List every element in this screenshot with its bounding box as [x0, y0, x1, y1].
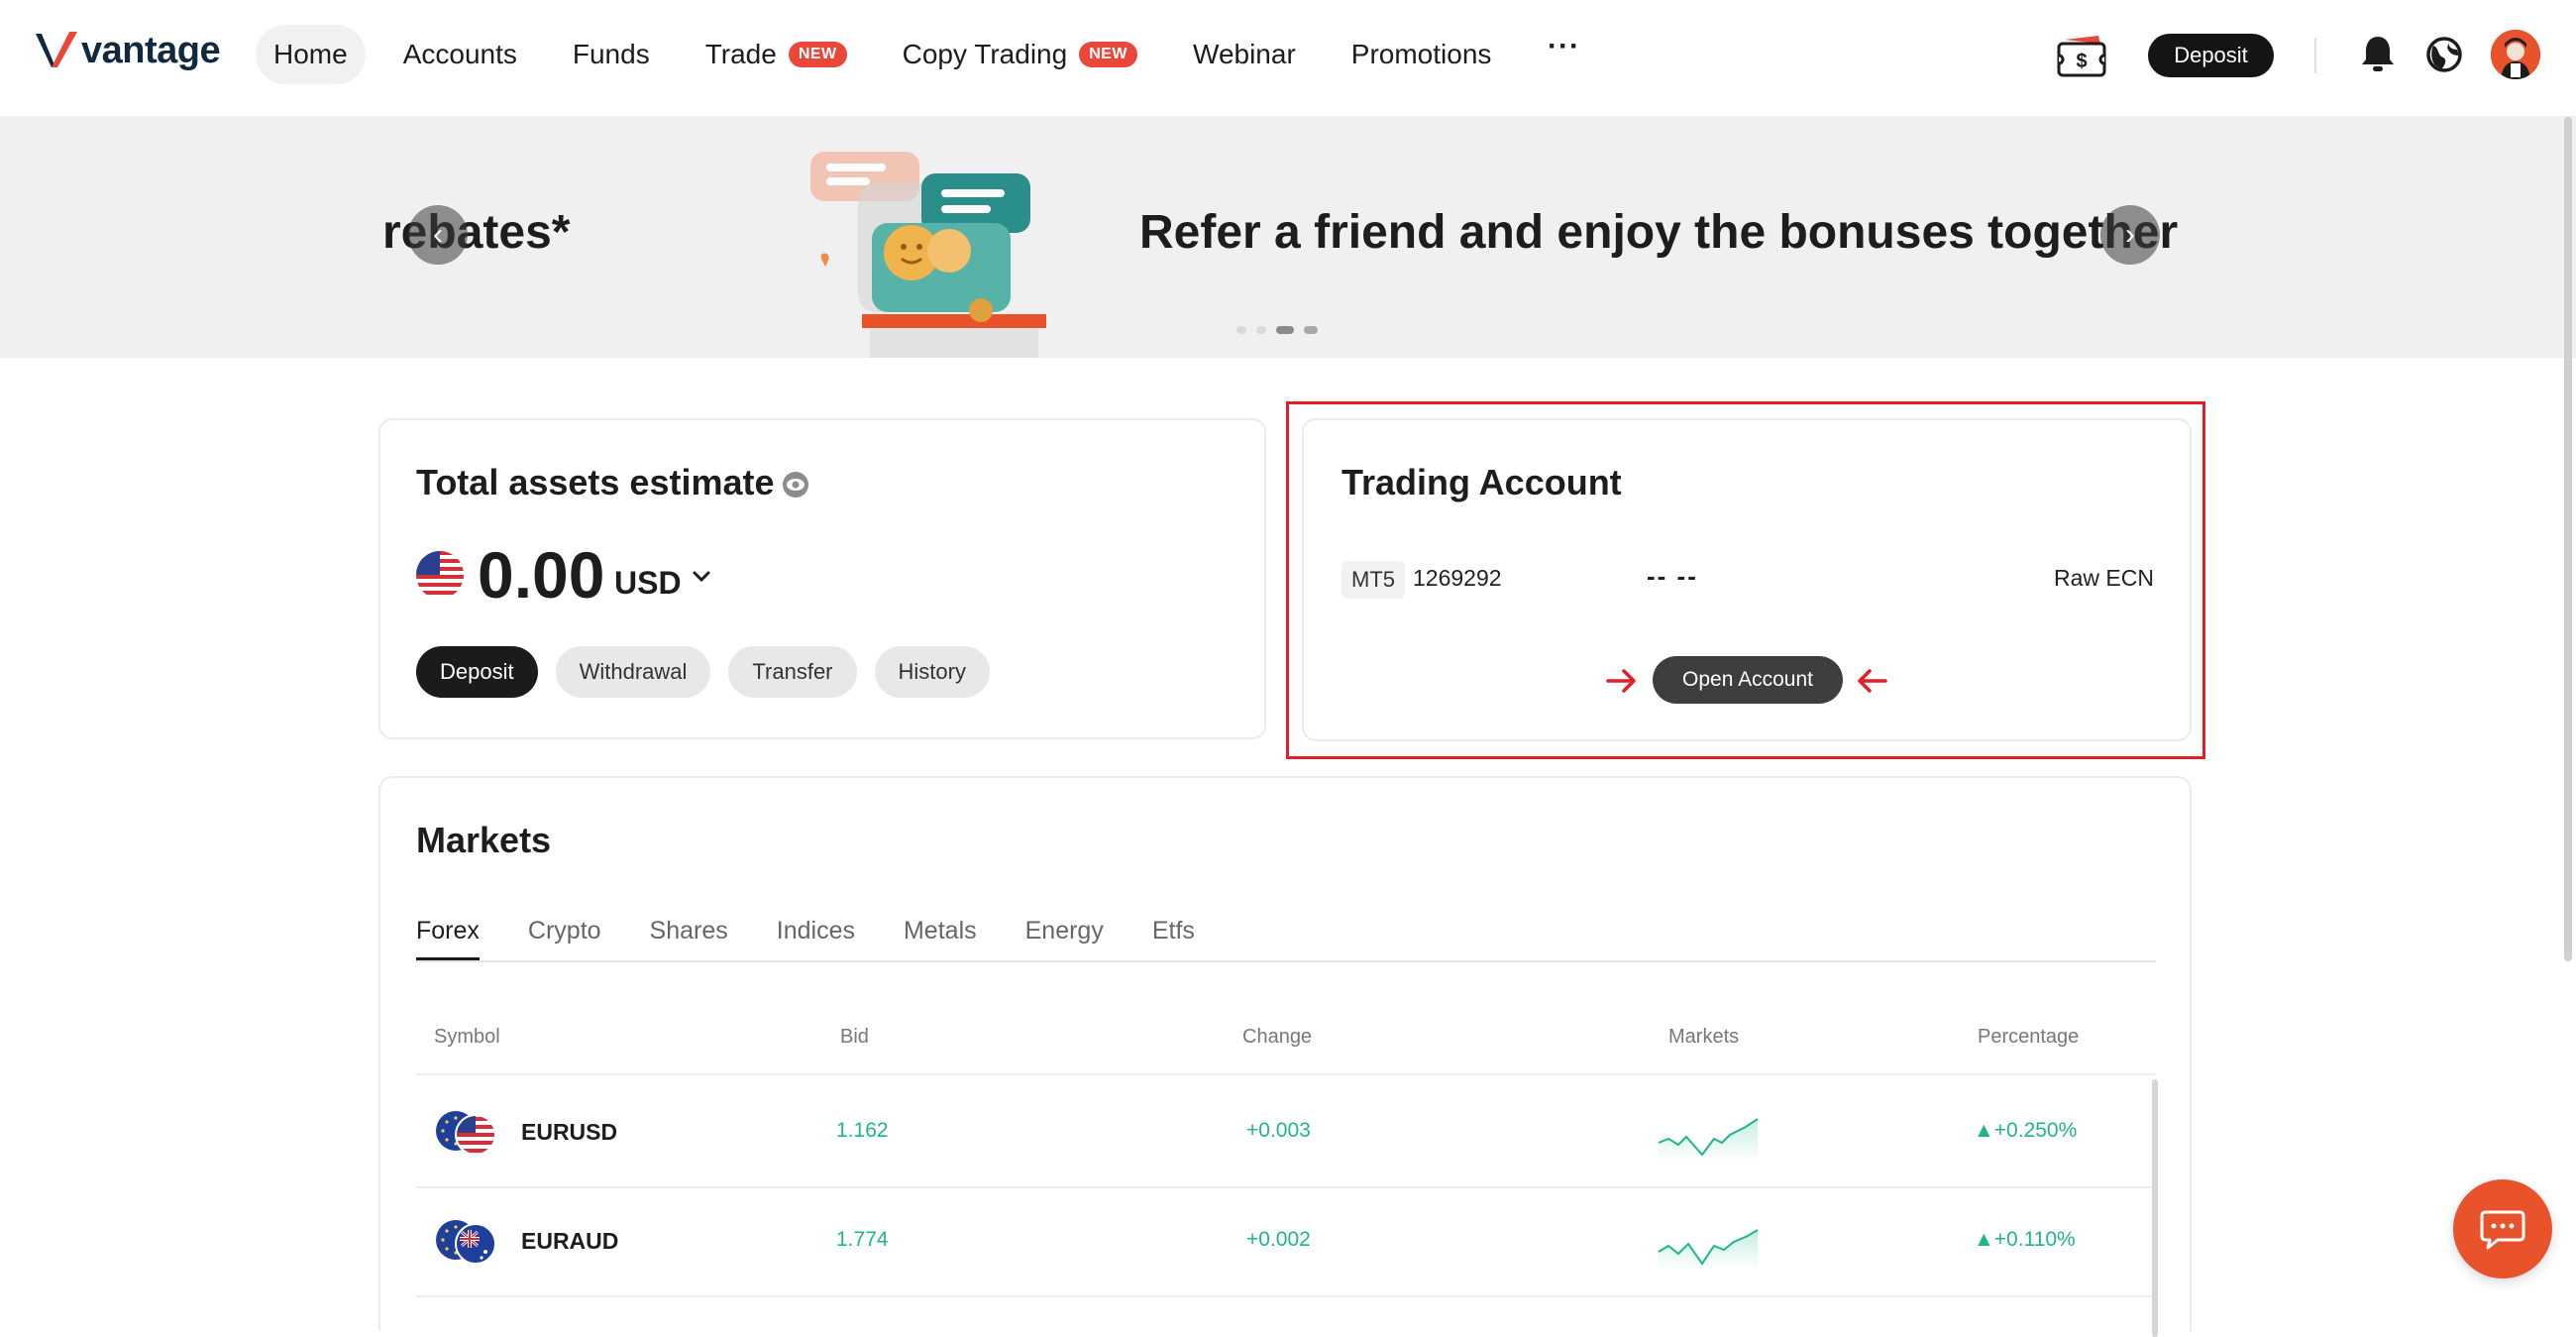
- arrow-left-icon: [1858, 669, 1887, 693]
- assets-actions: Deposit Withdrawal Transfer History: [416, 646, 990, 698]
- sparkline-chart: [1658, 1229, 1759, 1270]
- banner-prev-button[interactable]: ‹: [408, 205, 468, 265]
- nav-trade-label: Trade: [704, 39, 777, 69]
- bid-value: 1.162: [836, 1119, 889, 1142]
- table-scrollbar[interactable]: [2152, 1079, 2158, 1337]
- percentage-text: +0.250%: [1993, 1119, 2078, 1142]
- banner-dot[interactable]: [1304, 326, 1318, 334]
- tab-shares[interactable]: Shares: [650, 913, 728, 960]
- nav-funds-label: Funds: [572, 39, 650, 69]
- banner-pagination: [1236, 326, 1318, 334]
- nav-home-label: Home: [273, 39, 348, 69]
- markets-tabs: Forex Crypto Shares Indices Metals Energ…: [416, 913, 2156, 962]
- banner-dot[interactable]: [1236, 326, 1246, 334]
- new-badge: NEW: [788, 42, 847, 67]
- globe-icon[interactable]: [2425, 36, 2463, 73]
- nav-trade[interactable]: Trade NEW: [688, 25, 865, 84]
- refer-friend-illustration: [810, 152, 1046, 358]
- currency-selector[interactable]: USD: [614, 565, 682, 602]
- total-assets-title: Total assets estimate: [416, 462, 775, 502]
- svg-text:$: $: [2076, 51, 2087, 72]
- header-deposit-button[interactable]: Deposit: [2148, 34, 2274, 77]
- notification-bell-icon[interactable]: [2360, 34, 2396, 73]
- arrow-right-icon: [1606, 669, 1636, 693]
- total-assets-card: Total assets estimate 0.00 USD Deposit W…: [378, 418, 1266, 739]
- table-row[interactable]: EURAUD 1.774 +0.002 ▲+0.110%: [416, 1188, 2156, 1297]
- change-value: +0.002: [1246, 1228, 1311, 1251]
- trading-account-card: Trading Account MT5 1269292 -- -- Raw EC…: [1302, 418, 2192, 741]
- nav-divider: [2314, 38, 2316, 73]
- new-badge: NEW: [1079, 42, 1138, 67]
- column-percentage: Percentage: [1978, 1026, 2080, 1048]
- nav-webinar-label: Webinar: [1193, 39, 1296, 69]
- chat-icon: [2480, 1210, 2525, 1250]
- user-avatar[interactable]: [2491, 30, 2540, 79]
- banner-headline: Refer a friend and enjoy the bonuses tog…: [1139, 206, 2179, 259]
- markets-title: Markets: [416, 820, 552, 860]
- banner-dot[interactable]: [1256, 326, 1266, 334]
- percentage-value: ▲+0.110%: [1974, 1228, 2076, 1251]
- avatar-figure-icon: [2491, 30, 2540, 79]
- promo-banner[interactable]: rebates* Refer a friend and enjoy the bo…: [0, 116, 2576, 358]
- column-change: Change: [1242, 1026, 1313, 1048]
- deposit-button[interactable]: Deposit: [416, 646, 538, 698]
- open-account-button[interactable]: Open Account: [1653, 656, 1843, 704]
- nav-promotions[interactable]: Promotions: [1334, 25, 1510, 84]
- chat-button[interactable]: [2453, 1179, 2552, 1279]
- banner-dot-active[interactable]: [1276, 326, 1294, 334]
- platform-tag: MT5: [1342, 561, 1405, 599]
- tab-energy[interactable]: Energy: [1025, 913, 1104, 960]
- eur-aud-flag-icon: [436, 1220, 496, 1265]
- table-row[interactable]: EURUSD 1.162 +0.003 ▲+0.250%: [416, 1079, 2156, 1188]
- vantage-v-icon: [36, 32, 77, 67]
- nav-promotions-label: Promotions: [1350, 39, 1492, 69]
- column-markets: Markets: [1668, 1026, 1740, 1048]
- total-assets-amount: 0.00: [478, 538, 605, 612]
- chevron-right-icon: ›: [2125, 218, 2135, 251]
- nav-accounts-label: Accounts: [402, 39, 517, 69]
- trading-account-title: Trading Account: [1342, 462, 1622, 502]
- tab-crypto[interactable]: Crypto: [528, 913, 601, 960]
- symbol-label: EURAUD: [521, 1228, 619, 1254]
- markets-table-header: Symbol Bid Change Markets Percentage: [416, 1026, 2156, 1075]
- markets-card: Markets Forex Crypto Shares Indices Meta…: [378, 776, 2192, 1337]
- tab-metals[interactable]: Metals: [904, 913, 977, 960]
- nav-webinar[interactable]: Webinar: [1175, 25, 1314, 84]
- chevron-down-icon[interactable]: [690, 565, 713, 589]
- us-flag-icon: [416, 551, 464, 599]
- account-type: Raw ECN: [2054, 565, 2154, 591]
- nav-funds[interactable]: Funds: [555, 25, 668, 84]
- bid-value: 1.774: [836, 1228, 889, 1251]
- vantage-logo[interactable]: vantage: [34, 28, 221, 73]
- nav-home[interactable]: Home: [256, 25, 366, 84]
- nav-copy-trading[interactable]: Copy Trading NEW: [885, 25, 1155, 84]
- logo-text: vantage: [81, 29, 221, 71]
- percentage-value: ▲+0.250%: [1974, 1119, 2078, 1142]
- nav-accounts[interactable]: Accounts: [385, 25, 535, 84]
- main-nav: Home Accounts Funds Trade NEW Copy Tradin…: [256, 25, 1529, 84]
- nav-copy-trading-label: Copy Trading: [902, 39, 1068, 69]
- account-number: 1269292: [1413, 565, 1502, 591]
- history-button[interactable]: History: [874, 646, 990, 698]
- transfer-button[interactable]: Transfer: [728, 646, 857, 698]
- account-balance-placeholder: -- --: [1647, 561, 1698, 591]
- tab-indices[interactable]: Indices: [777, 913, 855, 960]
- top-navbar: vantage Home Accounts Funds Trade NEW Cop…: [0, 0, 2576, 116]
- symbol-label: EURUSD: [521, 1119, 618, 1145]
- chevron-left-icon: ‹: [433, 218, 443, 251]
- eur-usd-flag-icon: [436, 1111, 496, 1156]
- change-value: +0.003: [1246, 1119, 1311, 1142]
- page-scrollbar[interactable]: [2564, 117, 2572, 961]
- column-symbol: Symbol: [434, 1026, 500, 1048]
- ticket-icon[interactable]: $: [2055, 34, 2108, 79]
- banner-next-button[interactable]: ›: [2100, 205, 2160, 265]
- percentage-text: +0.110%: [1993, 1228, 2076, 1251]
- eye-icon[interactable]: [781, 470, 810, 500]
- tab-forex[interactable]: Forex: [416, 913, 480, 960]
- sparkline-chart: [1658, 1118, 1759, 1161]
- withdrawal-button[interactable]: Withdrawal: [555, 646, 711, 698]
- tab-etfs[interactable]: Etfs: [1152, 913, 1195, 960]
- more-menu-icon[interactable]: ···: [1548, 30, 1580, 63]
- column-bid: Bid: [840, 1026, 869, 1048]
